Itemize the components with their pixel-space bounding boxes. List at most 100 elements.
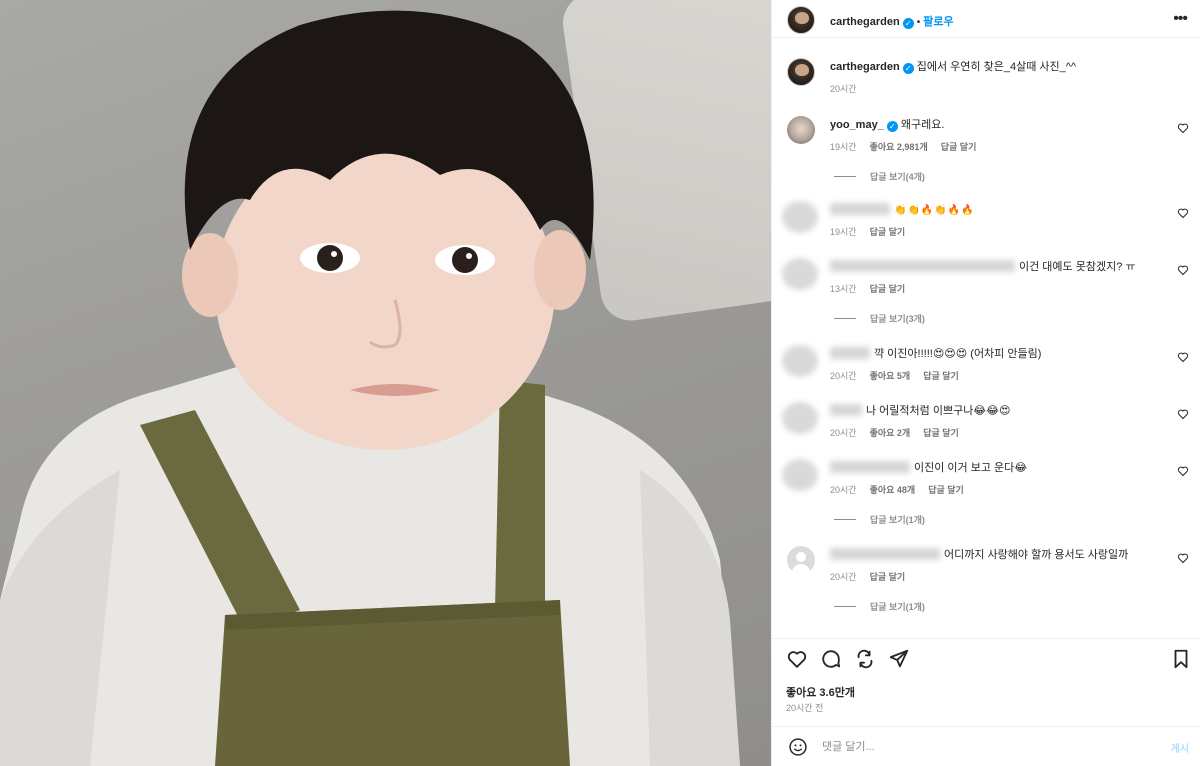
reply-button[interactable]: 답글 달기 bbox=[870, 284, 906, 294]
comment-like-heart-icon[interactable] bbox=[1177, 351, 1189, 363]
comment-time: 20시간 bbox=[830, 572, 857, 582]
comment-like-heart-icon[interactable] bbox=[1177, 207, 1189, 219]
view-replies-button[interactable]: 답글 보기(1개) bbox=[834, 513, 925, 526]
comment-icon[interactable] bbox=[820, 648, 842, 670]
comment-likes[interactable]: 좋아요 5개 bbox=[870, 371, 911, 381]
view-replies-button[interactable]: 답글 보기(1개) bbox=[834, 600, 925, 613]
post-side-panel: carthegarden ✓ • 팔로우 ••• carthegarden ✓ 집에서 … bbox=[771, 0, 1200, 766]
comment-row: 꺅 이진아!!!!!😍😍😍 (어차피 안들림) 20시간 좋아요 5개 답글 달기 bbox=[772, 345, 1200, 385]
comment-time: 13시간 bbox=[830, 284, 857, 294]
separator-dot: • bbox=[916, 17, 921, 28]
comment-like-heart-icon[interactable] bbox=[1177, 122, 1189, 134]
comment-text: 이진이 이거 보고 운다😂 bbox=[914, 462, 1028, 474]
comment-text-line: 꺅 이진아!!!!!😍😍😍 (어차피 안들림) bbox=[830, 347, 1175, 361]
comment-text: 어디까지 사랑해야 할까 용서도 사랑일까 bbox=[944, 549, 1129, 561]
caption-avatar[interactable] bbox=[787, 58, 815, 86]
more-horizontal-icon[interactable]: ••• bbox=[1173, 10, 1188, 28]
post-header: carthegarden ✓ • 팔로우 ••• bbox=[772, 0, 1200, 38]
commenter-avatar[interactable] bbox=[782, 459, 818, 491]
comment-likes[interactable]: 좋아요 48개 bbox=[870, 485, 916, 495]
post-time: 20시간 전 bbox=[786, 703, 824, 713]
commenter-avatar[interactable] bbox=[782, 345, 818, 377]
verified-badge-icon: ✓ bbox=[886, 121, 898, 132]
comment-like-heart-icon[interactable] bbox=[1177, 264, 1189, 276]
reply-button[interactable]: 답글 달기 bbox=[870, 572, 906, 582]
hidden-username[interactable] bbox=[830, 203, 890, 215]
header-user-line: carthegarden ✓ • 팔로우 bbox=[830, 12, 954, 30]
post-photo[interactable] bbox=[0, 0, 771, 766]
view-replies-button[interactable]: 답글 보기(3개) bbox=[834, 312, 925, 325]
emoji-smile-icon[interactable] bbox=[788, 737, 808, 757]
repost-icon[interactable] bbox=[854, 648, 876, 670]
comment-meta: 20시간 답글 달기 bbox=[830, 570, 918, 583]
comment-meta: 19시간 답글 달기 bbox=[830, 225, 918, 238]
comment-likes[interactable]: 좋아요 2개 bbox=[870, 428, 911, 438]
comment-like-heart-icon[interactable] bbox=[1177, 465, 1189, 477]
comment-text-line: 나 어릴적처럼 이쁘구나😂😂😍 bbox=[830, 404, 1175, 418]
commenter-avatar[interactable] bbox=[782, 402, 818, 434]
comment-text-line: 이진이 이거 보고 운다😂 bbox=[830, 461, 1175, 475]
comment-time: 20시간 bbox=[830, 428, 857, 438]
likes-count[interactable]: 좋아요 3.6만개 bbox=[786, 684, 855, 700]
comment-meta: 20시간 좋아요 48개 답글 달기 bbox=[830, 483, 977, 496]
post-comment-button[interactable]: 게시 bbox=[1171, 740, 1189, 755]
comment-meta: 20시간 좋아요 5개 답글 달기 bbox=[830, 369, 972, 382]
comment-time: 19시간 bbox=[830, 142, 857, 152]
comment-input[interactable] bbox=[822, 737, 1122, 757]
owner-username[interactable]: carthegarden bbox=[830, 16, 900, 28]
caption-username[interactable]: carthegarden bbox=[830, 61, 900, 73]
hidden-username[interactable] bbox=[830, 461, 910, 473]
heart-icon[interactable] bbox=[786, 648, 808, 670]
commenter-username[interactable]: yoo_may_ bbox=[830, 119, 884, 131]
commenter-avatar[interactable] bbox=[787, 116, 815, 144]
comment-row: 👏👏🔥👏🔥🔥 19시간 답글 달기 bbox=[772, 201, 1200, 241]
comment-row: 어디까지 사랑해야 할까 용서도 사랑일까 20시간 답글 달기 답글 보기(1개… bbox=[772, 546, 1200, 616]
bookmark-icon[interactable] bbox=[1170, 648, 1192, 670]
commenter-avatar[interactable] bbox=[782, 201, 818, 233]
hidden-username[interactable] bbox=[830, 404, 862, 416]
comments-list[interactable]: carthegarden ✓ 집에서 우연히 찾은_4살때 사진_^^ 20시간 … bbox=[772, 38, 1200, 638]
caption-time: 20시간 bbox=[830, 84, 857, 94]
comment-row: 이진이 이거 보고 운다😂 20시간 좋아요 48개 답글 달기 답글 보기(1개) bbox=[772, 459, 1200, 529]
comment-time: 20시간 bbox=[830, 485, 857, 495]
child-photo-illustration bbox=[0, 10, 740, 766]
comment-text-line: 👏👏🔥👏🔥🔥 bbox=[830, 203, 1175, 218]
reply-button[interactable]: 답글 달기 bbox=[923, 371, 959, 381]
comment-text: 꺅 이진아!!!!!😍😍😍 (어차피 안들림) bbox=[874, 348, 1042, 360]
send-icon[interactable] bbox=[888, 648, 910, 670]
comment-like-heart-icon[interactable] bbox=[1177, 552, 1189, 564]
follow-button[interactable]: 팔로우 bbox=[923, 16, 953, 28]
commenter-avatar[interactable] bbox=[782, 258, 818, 290]
comment-meta: 19시간 좋아요 2,981개 답글 달기 bbox=[830, 140, 989, 153]
comment-row: yoo_may_ ✓ 왜구레요. 19시간 좋아요 2,981개 답글 달기 답글 보… bbox=[772, 116, 1200, 186]
owner-avatar[interactable] bbox=[787, 6, 815, 34]
comment-text-line: 이건 대예도 못참겠지? ㅠ bbox=[830, 260, 1175, 274]
view-replies-button[interactable]: 답글 보기(4개) bbox=[834, 170, 925, 183]
reply-button[interactable]: 답글 달기 bbox=[923, 428, 959, 438]
comment-text-line: yoo_may_ ✓ 왜구레요. bbox=[830, 118, 1175, 132]
caption-meta: 20시간 bbox=[830, 82, 870, 95]
comment-text: 👏👏🔥👏🔥🔥 bbox=[894, 205, 975, 216]
comment-composer: 게시 bbox=[772, 726, 1200, 766]
comment-likes[interactable]: 좋아요 2,981개 bbox=[870, 142, 928, 152]
commenter-avatar[interactable] bbox=[787, 546, 815, 574]
comment-row: 나 어릴적처럼 이쁘구나😂😂😍 20시간 좋아요 2개 답글 달기 bbox=[772, 402, 1200, 442]
comment-text: 나 어릴적처럼 이쁘구나😂😂😍 bbox=[866, 405, 1011, 417]
comment-like-heart-icon[interactable] bbox=[1177, 408, 1189, 420]
hidden-username[interactable] bbox=[830, 347, 870, 359]
verified-badge-icon: ✓ bbox=[902, 63, 914, 74]
action-bar: 좋아요 3.6만개 20시간 전 bbox=[772, 638, 1200, 730]
comment-text: 왜구레요. bbox=[900, 119, 945, 131]
comment-text: 이건 대예도 못참겠지? ㅠ bbox=[1019, 261, 1136, 273]
comment-time: 20시간 bbox=[830, 371, 857, 381]
hidden-username[interactable] bbox=[830, 260, 1015, 272]
reply-button[interactable]: 답글 달기 bbox=[928, 485, 964, 495]
verified-badge-icon: ✓ bbox=[902, 18, 914, 29]
comment-meta: 20시간 좋아요 2개 답글 달기 bbox=[830, 426, 972, 439]
caption-row: carthegarden ✓ 집에서 우연히 찾은_4살때 사진_^^ 20시간 bbox=[772, 58, 1200, 104]
reply-button[interactable]: 답글 달기 bbox=[870, 227, 906, 237]
comment-row: 이건 대예도 못참겠지? ㅠ 13시간 답글 달기 답글 보기(3개) bbox=[772, 258, 1200, 328]
reply-button[interactable]: 답글 달기 bbox=[941, 142, 977, 152]
comment-meta: 13시간 답글 달기 bbox=[830, 282, 918, 295]
hidden-username[interactable] bbox=[830, 548, 940, 560]
